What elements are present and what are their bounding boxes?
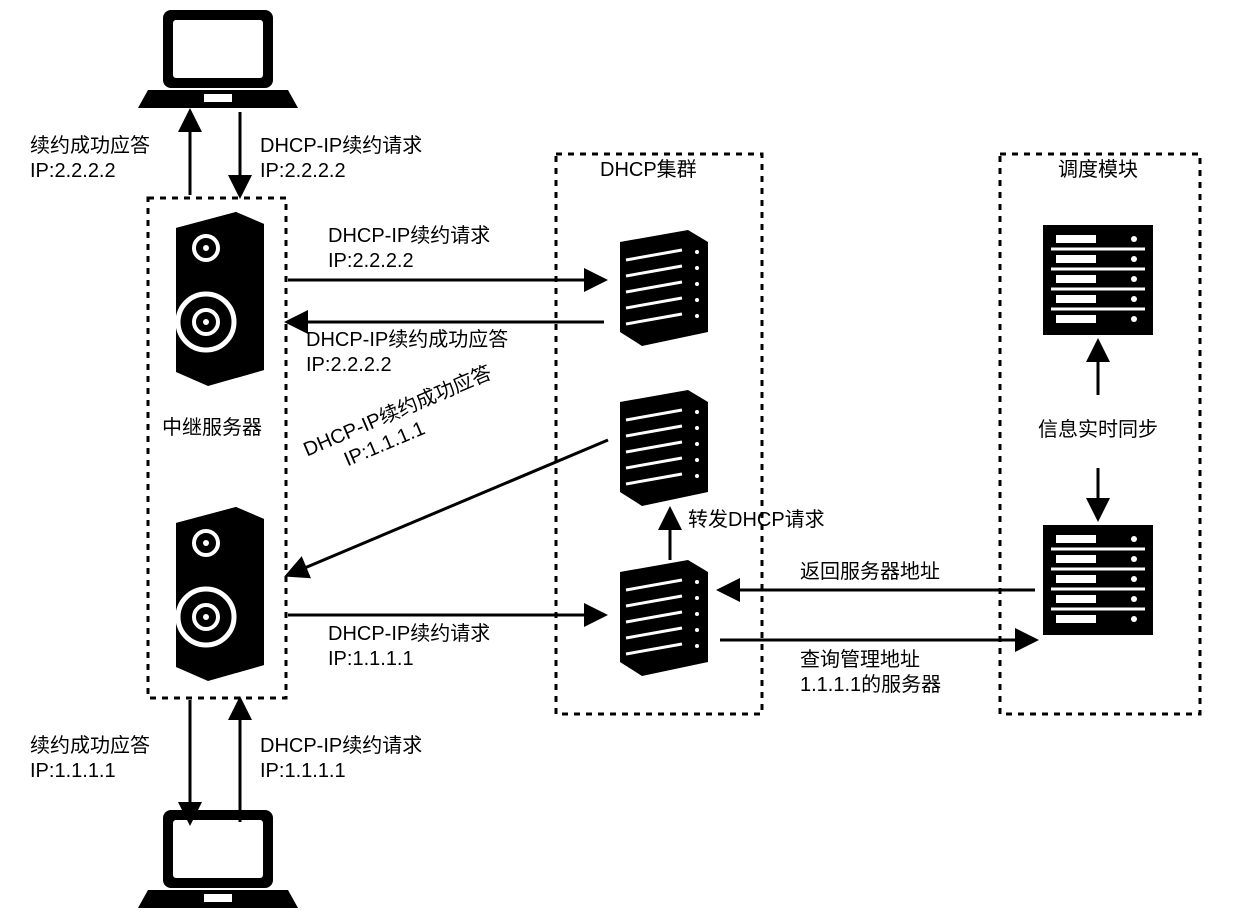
query-mgmt-label: 查询管理地址 1.1.1.1的服务器 [800,648,941,698]
relay-server-top-icon [176,212,264,386]
forward-dhcp-label: 转发DHCP请求 [688,508,825,533]
dhcp-cluster-label: DHCP集群 [600,158,697,183]
return-address-label: 返回服务器地址 [800,560,940,585]
resp-top-client-label: 续约成功应答 IP:2.2.2.2 [30,134,150,184]
client-bottom-icon [138,810,298,908]
scheduler-label: 调度模块 [1058,158,1138,183]
scheduler-server-bottom-icon [1043,525,1153,635]
sync-label: 信息实时同步 [1038,418,1158,443]
relay-server-label: 中继服务器 [162,416,262,441]
dhcp-server-1-icon [620,230,708,346]
dhcp-server-2-icon [620,390,708,506]
scheduler-server-top-icon [1043,225,1153,335]
req-bot-client-label: DHCP-IP续约请求 IP:1.1.1.1 [260,734,422,784]
relay-server-bottom-icon [176,507,264,681]
resp-bot-client-label: 续约成功应答 IP:1.1.1.1 [30,734,150,784]
client-top-icon [138,10,298,108]
req-relay-dhcp1-label: DHCP-IP续约请求 IP:2.2.2.2 [328,224,490,274]
req-top-client-label: DHCP-IP续约请求 IP:2.2.2.2 [260,134,422,184]
req-relay-dhcp3-label: DHCP-IP续约请求 IP:1.1.1.1 [328,622,490,672]
dhcp-server-3-icon [620,560,708,676]
